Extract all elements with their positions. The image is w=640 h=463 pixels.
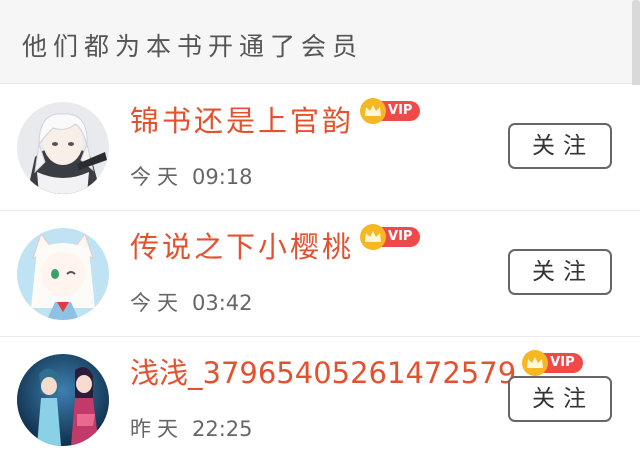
white-fox-girl-avatar-icon <box>17 228 109 320</box>
follow-button[interactable]: 关注 <box>508 123 612 169</box>
member-row: 锦书还是上官韵 VIP 今天 09:18 关注 <box>0 85 640 211</box>
vip-badge: VIP <box>522 350 583 376</box>
member-row: 浅浅_37965405261472579 VIP 昨天 22:25 关注 <box>0 337 640 463</box>
crown-icon <box>360 98 387 124</box>
anime-couple-avatar-icon <box>17 354 109 446</box>
member-row: 传说之下小樱桃 VIP 今天 03:42 关注 <box>0 211 640 337</box>
joined-clock: 09:18 <box>192 165 253 189</box>
joined-time: 今天 03:42 <box>130 287 253 317</box>
members-header: 他们都为本书开通了会员 <box>0 0 640 84</box>
joined-day: 今天 <box>130 165 184 189</box>
crown-icon <box>522 350 549 376</box>
avatar[interactable] <box>17 102 109 194</box>
follow-button[interactable]: 关注 <box>508 249 612 295</box>
joined-clock: 22:25 <box>192 417 253 441</box>
white-hair-character-avatar-icon <box>17 102 109 194</box>
avatar[interactable] <box>17 228 109 320</box>
crown-icon <box>360 224 387 250</box>
user-name[interactable]: 锦书还是上官韵 <box>130 103 354 139</box>
vip-badge: VIP <box>360 224 421 250</box>
joined-time: 今天 09:18 <box>130 161 253 191</box>
joined-day: 昨天 <box>130 417 184 441</box>
follow-button[interactable]: 关注 <box>508 376 612 422</box>
joined-clock: 03:42 <box>192 291 253 315</box>
user-name[interactable]: 传说之下小樱桃 <box>130 229 354 265</box>
user-name[interactable]: 浅浅_37965405261472579 <box>130 355 516 391</box>
joined-day: 今天 <box>130 291 184 315</box>
vip-badge: VIP <box>360 98 421 124</box>
avatar[interactable] <box>17 354 109 446</box>
header-title: 他们都为本书开通了会员 <box>22 32 364 61</box>
joined-time: 昨天 22:25 <box>130 413 253 443</box>
